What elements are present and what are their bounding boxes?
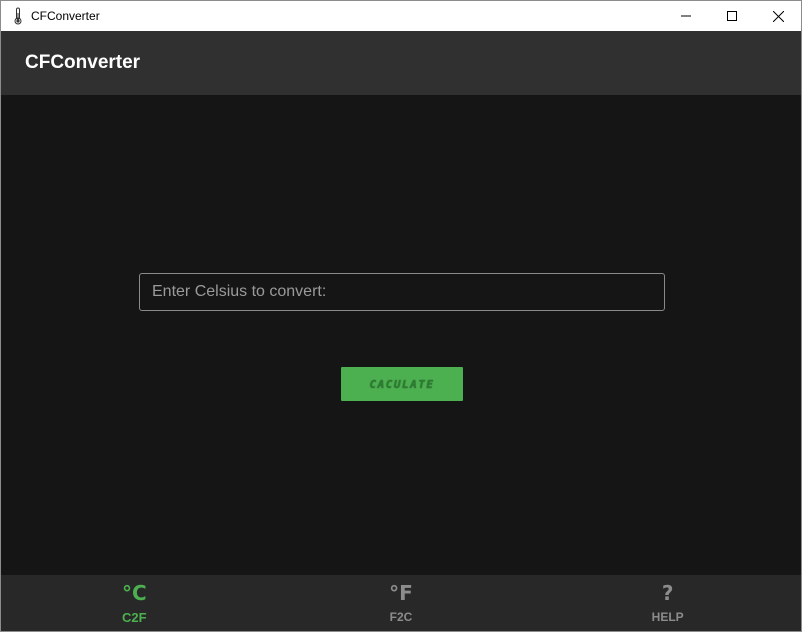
app-bar: CFConverter	[1, 31, 801, 95]
nav-label-c2f: C2F	[122, 609, 147, 625]
celsius-input[interactable]	[152, 274, 664, 310]
celsius-icon: °C	[121, 580, 147, 605]
nav-label-help: HELP	[651, 610, 684, 624]
nav-item-help[interactable]: ? HELP	[534, 575, 801, 631]
main-content: CACULATE	[1, 95, 801, 575]
help-icon: ?	[661, 581, 674, 605]
fahrenheit-icon: °F	[389, 581, 413, 605]
nav-item-f2c[interactable]: °F F2C	[268, 575, 535, 631]
celsius-input-container[interactable]	[139, 273, 665, 311]
thermometer-icon	[11, 7, 25, 25]
maximize-button[interactable]	[709, 1, 755, 31]
close-icon	[772, 10, 784, 22]
minimize-icon	[681, 15, 691, 17]
app-title: CFConverter	[25, 52, 141, 73]
maximize-icon	[727, 11, 737, 21]
window-title: CFConverter	[31, 9, 100, 23]
nav-label-f2c: F2C	[389, 610, 413, 624]
calculate-button[interactable]: CACULATE	[341, 367, 463, 401]
app-window: CFConverter CFConverter Enter Celsius to…	[0, 0, 802, 632]
nav-item-c2f[interactable]: °C C2F	[1, 575, 268, 631]
close-button[interactable]	[755, 1, 801, 31]
window-controls	[663, 1, 801, 31]
window-titlebar[interactable]: CFConverter	[1, 1, 801, 31]
minimize-button[interactable]	[663, 1, 709, 31]
bottom-navigation: °C C2F °F F2C ? HELP	[1, 575, 801, 631]
